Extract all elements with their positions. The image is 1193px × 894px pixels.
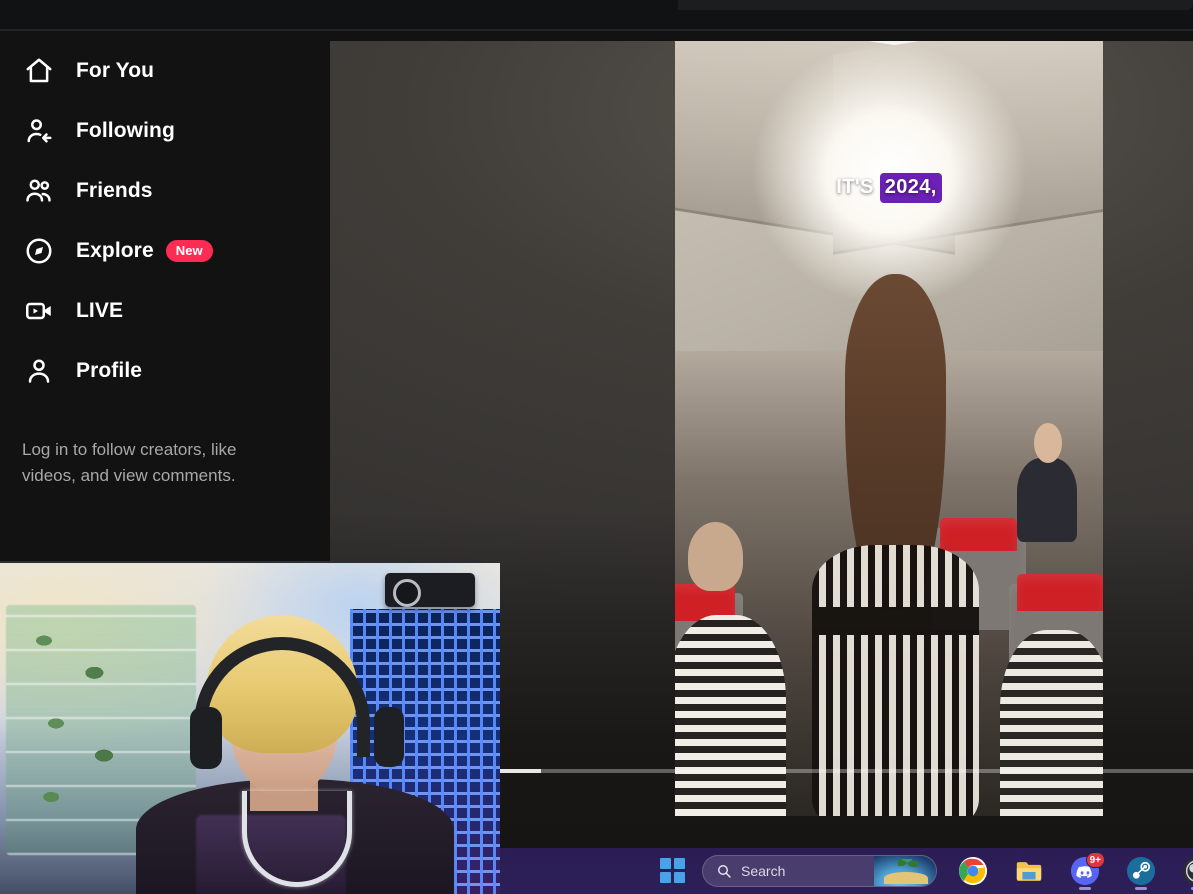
user-plus-icon <box>22 114 56 148</box>
running-indicator <box>1079 887 1091 890</box>
home-icon <box>22 54 56 88</box>
start-tile <box>674 872 685 883</box>
windows-taskbar: Search 9+ <box>500 848 1193 894</box>
video-caption: IT'S 2024, <box>675 172 1103 203</box>
sidebar-item-for-you[interactable]: For You <box>0 41 330 101</box>
discord-icon[interactable]: 9+ <box>1065 851 1105 891</box>
patterned-dress <box>812 544 979 816</box>
obs-icon[interactable] <box>1177 851 1193 891</box>
headphone-earcup-right <box>374 707 404 767</box>
start-tile <box>660 872 671 883</box>
video-frame-image <box>675 41 1103 816</box>
sidebar-item-label: Following <box>76 119 175 142</box>
person-icon <box>22 354 56 388</box>
discord-notification-badge: 9+ <box>1085 852 1105 868</box>
file-explorer-icon[interactable] <box>1009 851 1049 891</box>
start-tile <box>660 858 671 869</box>
seated-passenger <box>687 521 744 592</box>
streamer-webcam-overlay[interactable] <box>0 561 500 894</box>
screen: For You Following Friends Explore New LI… <box>0 0 1193 894</box>
sidebar-item-label: Explore New <box>76 239 213 263</box>
search-icon <box>716 863 732 879</box>
sidebar-item-label: For You <box>76 59 155 82</box>
sidebar: For You Following Friends Explore New LI… <box>0 31 330 531</box>
sidebar-item-friends[interactable]: Friends <box>0 161 330 221</box>
headphone-earcup-left <box>190 707 222 769</box>
striped-passenger-left <box>675 614 787 816</box>
running-indicator <box>1135 887 1147 890</box>
sidebar-item-label: LIVE <box>76 299 124 322</box>
sidebar-item-live[interactable]: LIVE <box>0 281 330 341</box>
chrome-icon[interactable] <box>953 851 993 891</box>
live-video-icon <box>22 294 56 328</box>
streamer-person <box>136 615 454 894</box>
flight-attendant <box>1017 422 1078 542</box>
compass-icon <box>22 234 56 268</box>
search-placeholder: Search <box>741 863 786 879</box>
ceiling-projector <box>385 573 475 607</box>
sidebar-item-following[interactable]: Following <box>0 101 330 161</box>
sidebar-item-label: Friends <box>76 179 153 202</box>
steam-icon[interactable] <box>1121 851 1161 891</box>
beach-weather-widget[interactable] <box>874 856 936 886</box>
start-tile <box>674 858 685 869</box>
caption-highlight: 2024, <box>879 172 942 203</box>
search-input[interactable]: Search <box>702 855 937 887</box>
sidebar-item-label: Profile <box>76 359 143 382</box>
friends-icon <box>22 174 56 208</box>
walking-passenger <box>812 273 979 816</box>
sidebar-item-explore[interactable]: Explore New <box>0 221 330 281</box>
seat <box>1017 574 1103 612</box>
window-top-strip <box>0 0 1193 30</box>
plant-decor <box>20 613 140 843</box>
sidebar-item-profile[interactable]: Profile <box>0 341 330 401</box>
window-chrome-nub <box>678 0 1193 10</box>
tiktok-page: For You Following Friends Explore New LI… <box>0 31 1193 894</box>
explore-new-badge: New <box>165 240 213 263</box>
video-player[interactable]: IT'S 2024, <box>675 41 1103 816</box>
login-prompt-text: Log in to follow creators, like videos, … <box>22 440 237 486</box>
striped-passenger-right <box>1000 630 1103 816</box>
start-button[interactable] <box>660 858 686 884</box>
